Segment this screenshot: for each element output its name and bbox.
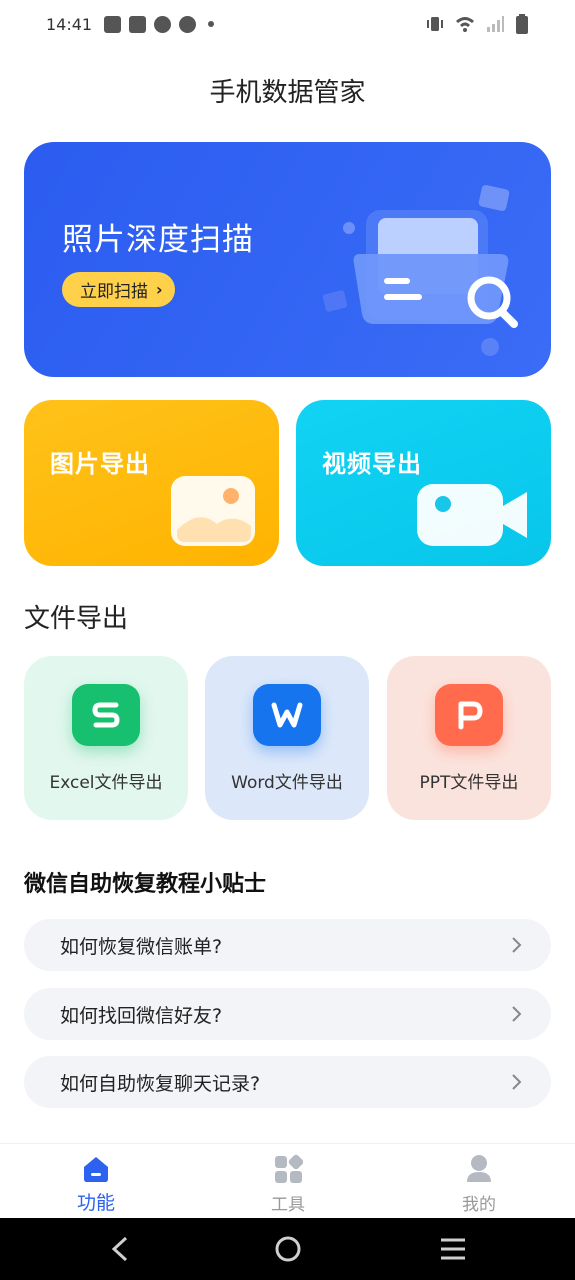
photo-export-title: 图片导出: [50, 450, 150, 478]
word-export-label: Word文件导出: [231, 773, 343, 793]
video-export-card[interactable]: 视频导出: [296, 400, 551, 566]
page-title: 手机数据管家: [209, 78, 366, 108]
signal-icon: [487, 16, 504, 32]
video-export-title: 视频导出: [322, 450, 422, 478]
tab-label: 我的: [462, 1195, 496, 1215]
tip-find-friends[interactable]: 如何找回微信好友?: [24, 988, 551, 1040]
ppt-icon: [435, 684, 503, 746]
tips-title: 微信自助恢复教程小贴士: [24, 872, 267, 897]
excel-icon: [72, 684, 140, 746]
image-icon: [171, 476, 255, 546]
banner-title: 照片深度扫描: [62, 222, 254, 258]
home-icon: [84, 1157, 108, 1182]
bag-icon: [129, 15, 147, 33]
chevron-right-icon: [512, 1074, 522, 1090]
chevron-right-icon: [512, 1006, 522, 1022]
photo-export-card[interactable]: 图片导出: [24, 400, 279, 566]
user-icon: [467, 1155, 491, 1182]
menu-icon[interactable]: [433, 1232, 473, 1266]
system-nav-bar: [0, 1218, 575, 1280]
dot-icon: [208, 21, 215, 27]
tab-mine[interactable]: 我的: [419, 1144, 539, 1219]
status-time: 14:41: [46, 14, 93, 34]
tip-label: 如何恢复微信账单?: [60, 935, 223, 958]
bag-icon: [104, 15, 122, 33]
scan-button-label: 立即扫描: [80, 282, 148, 302]
chevron-right-icon: [512, 937, 522, 953]
tip-recover-chat[interactable]: 如何自助恢复聊天记录?: [24, 1056, 551, 1108]
ppt-export-label: PPT文件导出: [419, 773, 519, 793]
compass-icon: [154, 15, 172, 33]
compass-icon: [179, 15, 197, 33]
chevron-right-icon: ›: [156, 280, 163, 299]
tip-label: 如何自助恢复聊天记录?: [60, 1072, 261, 1095]
battery-icon: [516, 14, 528, 34]
video-camera-icon: [417, 484, 527, 546]
notification-icons: [104, 15, 215, 33]
system-icons: [425, 14, 529, 34]
tab-label: 工具: [271, 1195, 305, 1215]
file-export-section-title: 文件导出: [24, 604, 129, 634]
home-button-icon[interactable]: [268, 1232, 308, 1266]
tab-function[interactable]: 功能: [36, 1144, 156, 1219]
grid-icon: [275, 1154, 303, 1183]
scan-now-button[interactable]: 立即扫描 ›: [62, 272, 175, 307]
back-icon[interactable]: [100, 1232, 140, 1266]
excel-export-label: Excel文件导出: [49, 773, 163, 793]
vibrate-icon: [427, 17, 443, 31]
tip-label: 如何找回微信好友?: [60, 1004, 223, 1027]
status-bar: 14:41: [0, 0, 575, 48]
ppt-export-button[interactable]: PPT文件导出: [387, 656, 551, 820]
word-export-button[interactable]: Word文件导出: [205, 656, 369, 820]
tab-label: 功能: [76, 1192, 115, 1214]
folder-search-icon: [322, 185, 518, 356]
tab-tools[interactable]: 工具: [228, 1144, 348, 1219]
tip-recover-bill[interactable]: 如何恢复微信账单?: [24, 919, 551, 971]
deep-scan-banner[interactable]: 照片深度扫描 立即扫描 ›: [24, 142, 551, 377]
excel-export-button[interactable]: Excel文件导出: [24, 656, 188, 820]
bottom-tab-bar: 功能 工具 我的: [0, 1143, 575, 1218]
word-icon: [253, 684, 321, 746]
wifi-icon: [456, 17, 474, 32]
